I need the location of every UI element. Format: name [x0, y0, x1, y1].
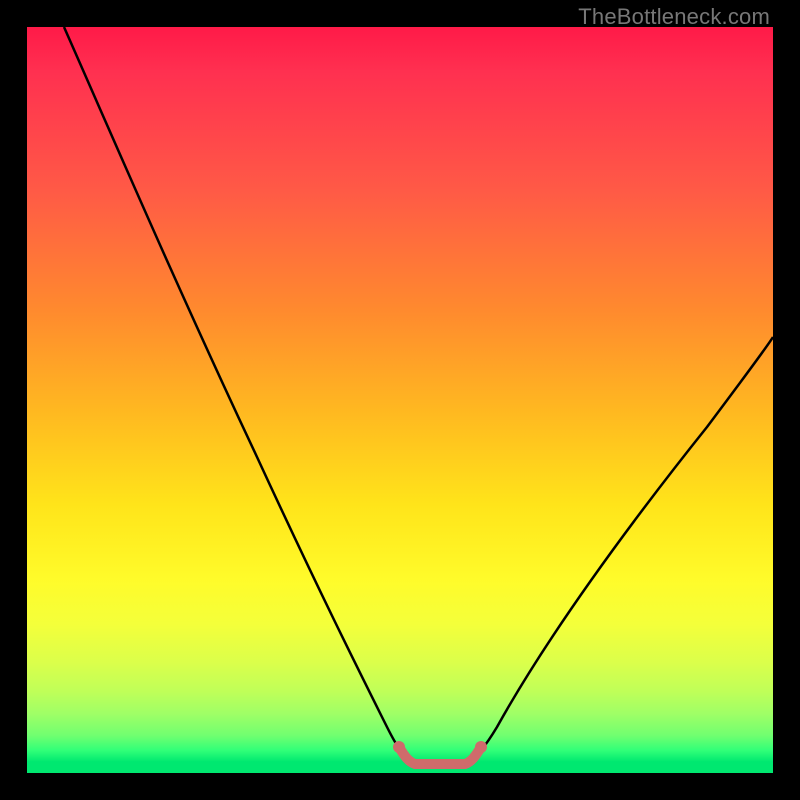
bottleneck-curve [64, 27, 773, 763]
watermark-text: TheBottleneck.com [578, 4, 770, 30]
chart-frame: TheBottleneck.com [0, 0, 800, 800]
plot-area [27, 27, 773, 773]
optimal-dot-left [393, 741, 405, 753]
chart-svg [27, 27, 773, 773]
optimal-dot-right [475, 741, 487, 753]
optimal-band [399, 747, 481, 764]
